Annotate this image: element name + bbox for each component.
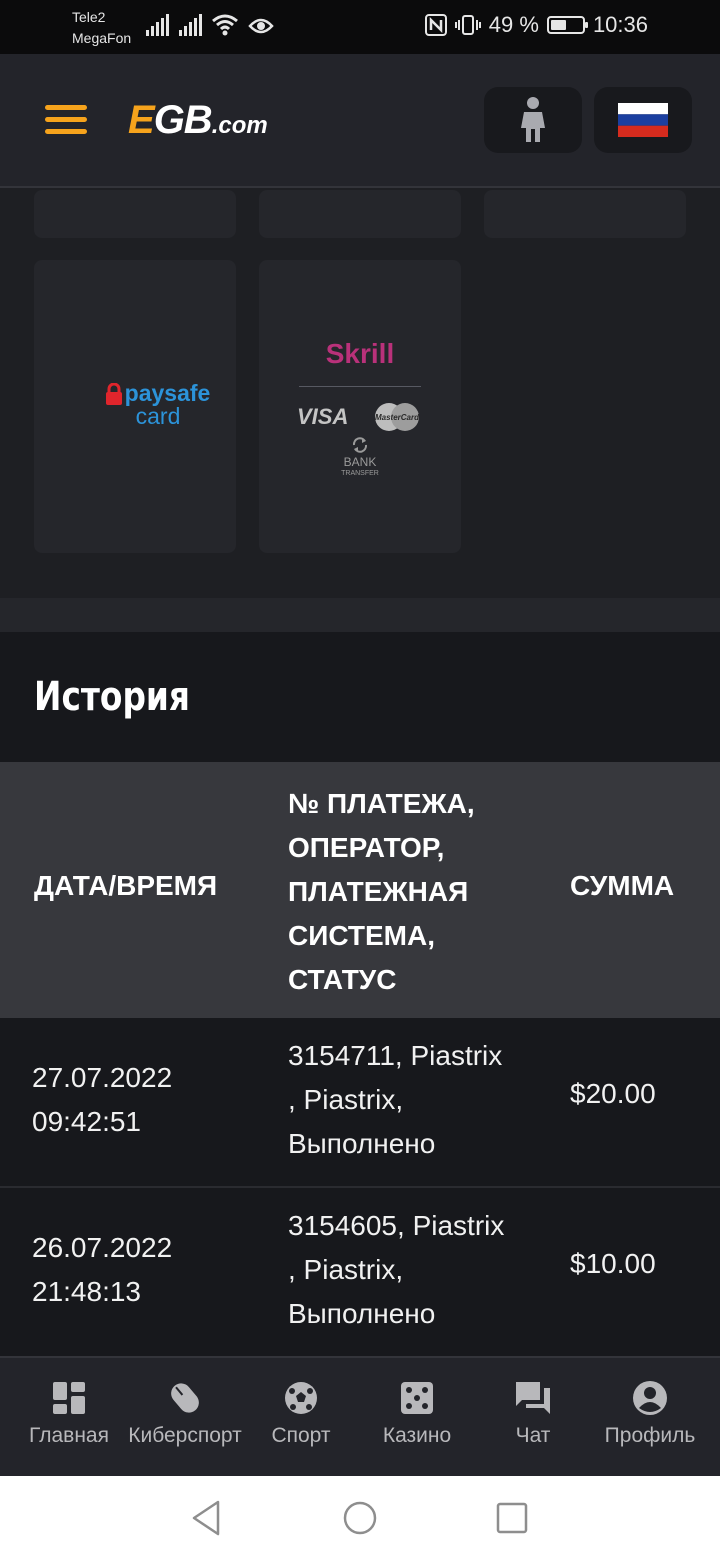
skrill-logo: Skrill [325,338,395,369]
row-datetime: 27.07.2022 09:42:51 [32,1062,173,1137]
paysafecard-tile[interactable]: paysafe card [34,260,236,553]
skrill-tile[interactable]: Skrill VISA MasterCard BANK TRANSFER [259,260,461,553]
status-bar: Tele2 MegaFon 49 % 10:36 [0,0,720,54]
signal-icon [146,14,169,36]
row-amount: $20.00 [570,1078,656,1109]
bottom-nav: Главная Киберспорт Спорт Казино Чат Проф… [0,1356,720,1476]
home-icon[interactable] [342,1498,378,1538]
wifi-icon [212,14,238,36]
payment-tile[interactable] [259,190,461,238]
clock: 10:36 [592,12,648,37]
signal-icon [179,14,202,36]
menu-button[interactable] [45,105,87,137]
language-button[interactable] [594,87,692,153]
nfc-icon [424,14,447,36]
history-section: История ДАТА/ВРЕМЯ № ПЛАТЕЖА, ОПЕРАТОР, … [0,632,720,1358]
row-amount: $10.00 [570,1248,656,1279]
mastercard-text: MasterCard [375,413,420,422]
user-figure-icon [521,97,545,142]
carrier-2: MegaFon [72,30,132,46]
mouse-icon [171,1383,199,1413]
carrier-names: Tele2 MegaFon [72,7,131,49]
system-nav-bar [0,1476,720,1560]
row-payment-info: 3154711, Piastrix , Piastrix, Выполнено [288,1040,503,1159]
chat-icon [516,1382,550,1414]
eye-icon [248,18,274,34]
signal-icons [146,14,274,36]
history-title: История [34,674,190,720]
history-table-header: ДАТА/ВРЕМЯ № ПЛАТЕЖА, ОПЕРАТОР, ПЛАТЕЖНА… [0,762,720,1018]
divider [299,386,421,387]
payment-tile[interactable] [484,190,686,238]
bank-transfer-logo: BANK TRANSFER [259,436,461,480]
battery-percent: 49 % [488,12,539,37]
nav-profile[interactable]: Профиль [590,1380,710,1448]
battery-icon [546,16,588,34]
recents-icon[interactable] [495,1498,529,1538]
nav-chat[interactable]: Чат [473,1380,593,1448]
paysafecard-logo: paysafe card [78,380,238,430]
menu-line [45,129,87,134]
back-icon[interactable] [190,1498,222,1538]
dice-icon [401,1382,433,1414]
user-button[interactable] [484,87,582,153]
menu-line [45,105,87,110]
column-header-date: ДАТА/ВРЕМЯ [34,870,218,901]
padlock-icon [105,382,122,405]
mastercard-logo: MasterCard [375,403,420,431]
visa-logo: VISA [297,404,349,429]
egb-logo[interactable]: EGB.com [128,98,268,143]
nav-casino[interactable]: Казино [357,1380,477,1448]
carrier-1: Tele2 [72,9,106,25]
row-datetime: 26.07.2022 21:48:13 [32,1232,173,1307]
menu-line [45,117,87,122]
app-header: EGB.com [0,54,720,188]
table-row: 27.07.2022 09:42:51 3154711, Piastrix , … [0,1018,720,1188]
nav-sport[interactable]: Спорт [241,1380,361,1448]
nav-home[interactable]: Главная [9,1380,129,1448]
dashboard-icon [53,1382,85,1414]
vibrate-icon [454,15,481,35]
row-payment-info: 3154605, Piastrix , Piastrix, Выполнено [288,1210,505,1329]
soccer-ball-icon [285,1382,317,1414]
section-divider [0,598,720,632]
table-row: 26.07.2022 21:48:13 3154605, Piastrix , … [0,1188,720,1358]
profile-icon [633,1381,667,1415]
column-header-amount: СУММА [570,870,675,901]
nav-esports[interactable]: Киберспорт [125,1380,245,1448]
status-right: 49 % 10:36 [424,12,648,38]
column-header-payment: № ПЛАТЕЖА, ОПЕРАТОР, ПЛАТЕЖНАЯ СИСТЕМА, … [288,788,475,995]
russia-flag-icon [618,103,668,137]
refresh-arrows-icon [352,437,368,453]
payment-tile[interactable] [34,190,236,238]
